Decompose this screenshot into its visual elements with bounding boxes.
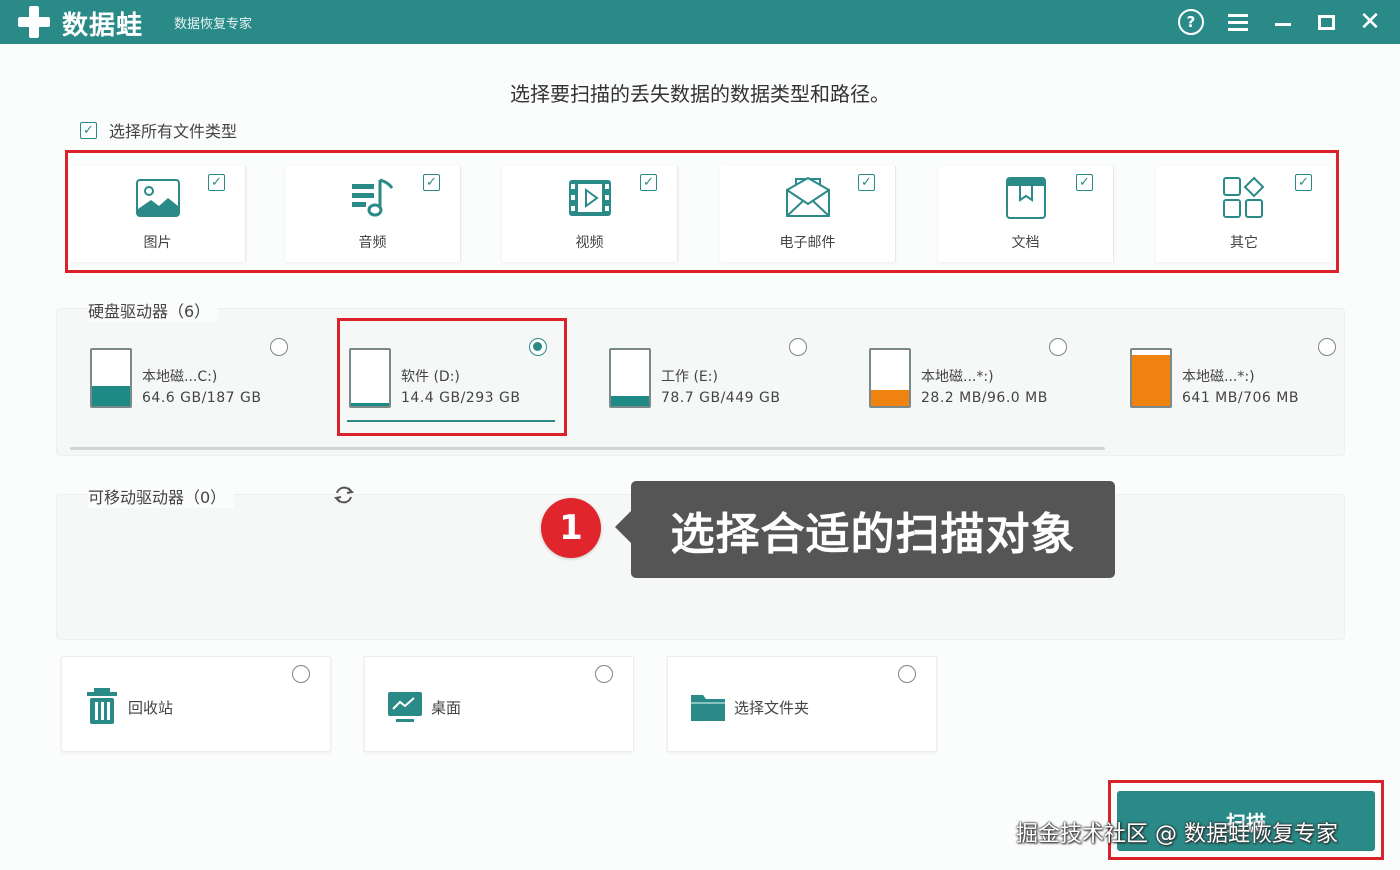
drive-size: 64.6 GB/187 GB <box>142 390 262 406</box>
drive-radio[interactable] <box>1318 338 1336 356</box>
file-type-label: 其它 <box>1230 235 1258 251</box>
other-icon <box>1223 176 1265 218</box>
watermark-text: 掘金技术社区 @ 数据蛙恢复专家 <box>1016 822 1338 847</box>
drive-icon <box>609 348 651 408</box>
title-bar: 数据蛙 数据恢复专家 ? ✕ <box>0 0 1400 44</box>
recycle-bin-icon <box>87 688 117 724</box>
drive-e[interactable]: 工作 (E:) 78.7 GB/449 GB <box>577 318 807 418</box>
checkbox-checked-icon[interactable]: ✓ <box>80 121 97 139</box>
drive-size: 28.2 MB/96.0 MB <box>921 390 1048 406</box>
location-choose-folder[interactable]: 选择文件夹 <box>667 656 937 752</box>
drive-icon <box>1130 348 1172 408</box>
email-icon <box>785 176 830 217</box>
location-label: 回收站 <box>128 699 174 717</box>
location-desktop[interactable]: 桌面 <box>364 656 634 752</box>
app-subtitle: 数据恢复专家 <box>174 17 253 32</box>
folder-icon <box>691 695 725 721</box>
file-type-email[interactable]: ✓ 电子邮件 <box>720 166 896 262</box>
checkbox-checked-icon[interactable]: ✓ <box>858 174 875 191</box>
menu-icon[interactable] <box>1223 7 1253 37</box>
app-name: 数据蛙 <box>62 11 144 41</box>
checkbox-checked-icon[interactable]: ✓ <box>1076 174 1093 191</box>
refresh-icon[interactable] <box>333 484 355 506</box>
maximize-icon[interactable] <box>1311 7 1341 37</box>
removable-drives-label: 可移动驱动器（0） <box>88 484 235 508</box>
drives-scrollbar[interactable] <box>70 447 1105 450</box>
checkbox-checked-icon[interactable]: ✓ <box>640 174 657 191</box>
file-type-label: 图片 <box>143 235 172 251</box>
help-icon[interactable]: ? <box>1176 7 1206 37</box>
document-icon <box>1005 177 1046 219</box>
file-type-audio[interactable]: ✓ 音频 <box>285 166 461 262</box>
checkbox-checked-icon[interactable]: ✓ <box>208 174 225 191</box>
drive-size: 78.7 GB/449 GB <box>661 390 781 406</box>
file-type-label: 电子邮件 <box>779 235 836 251</box>
drive-icon <box>869 348 911 408</box>
music-icon <box>351 178 393 217</box>
drive-name: 本地磁...*:) <box>1182 369 1255 385</box>
location-recycle-bin[interactable]: 回收站 <box>61 656 331 752</box>
file-type-other[interactable]: ✓ 其它 <box>1156 166 1332 262</box>
desktop-icon <box>388 692 422 722</box>
drive-radio[interactable] <box>270 338 288 356</box>
file-type-label: 音频 <box>358 235 387 251</box>
callout-arrow <box>615 511 631 543</box>
close-icon[interactable]: ✕ <box>1355 7 1385 37</box>
drive-size: 641 MB/706 MB <box>1182 390 1299 406</box>
drive-name: 本地磁...C:) <box>142 369 218 385</box>
file-type-video[interactable]: ✓ 视频 <box>502 166 678 262</box>
selected-drive-highlight <box>337 318 567 436</box>
file-type-label: 文档 <box>1011 235 1040 251</box>
file-type-image[interactable]: ✓ 图片 <box>70 166 246 262</box>
drive-radio[interactable] <box>789 338 807 356</box>
drive-c[interactable]: 本地磁...C:) 64.6 GB/187 GB <box>58 318 288 418</box>
file-type-document[interactable]: ✓ 文档 <box>938 166 1114 262</box>
select-all-label: 选择所有文件类型 <box>109 122 238 141</box>
callout-tooltip: 选择合适的扫描对象 <box>631 481 1115 578</box>
image-icon <box>135 179 180 217</box>
checkbox-checked-icon[interactable]: ✓ <box>423 174 440 191</box>
step-number-badge: 1 <box>541 498 601 558</box>
drive-name: 工作 (E:) <box>661 369 718 385</box>
checkbox-checked-icon[interactable]: ✓ <box>1295 174 1312 191</box>
location-radio[interactable] <box>898 665 916 683</box>
drive-name: 本地磁...*:) <box>921 369 994 385</box>
drive-radio[interactable] <box>1049 338 1067 356</box>
logo-cross-icon <box>16 4 52 40</box>
location-radio[interactable] <box>292 665 310 683</box>
drive-local-5[interactable]: 本地磁...*:) 641 MB/706 MB <box>1098 318 1336 418</box>
page-heading: 选择要扫描的丢失数据的数据类型和路径。 <box>510 82 890 106</box>
location-label: 桌面 <box>431 699 462 717</box>
location-radio[interactable] <box>595 665 613 683</box>
select-all-checkbox[interactable]: ✓ 选择所有文件类型 <box>80 118 237 142</box>
file-type-label: 视频 <box>575 235 604 251</box>
drive-icon <box>90 348 132 408</box>
location-label: 选择文件夹 <box>734 699 810 717</box>
file-types-highlight <box>65 150 1339 273</box>
video-icon <box>568 180 611 216</box>
drive-local-4[interactable]: 本地磁...*:) 28.2 MB/96.0 MB <box>837 318 1067 418</box>
minimize-icon[interactable] <box>1268 7 1298 37</box>
